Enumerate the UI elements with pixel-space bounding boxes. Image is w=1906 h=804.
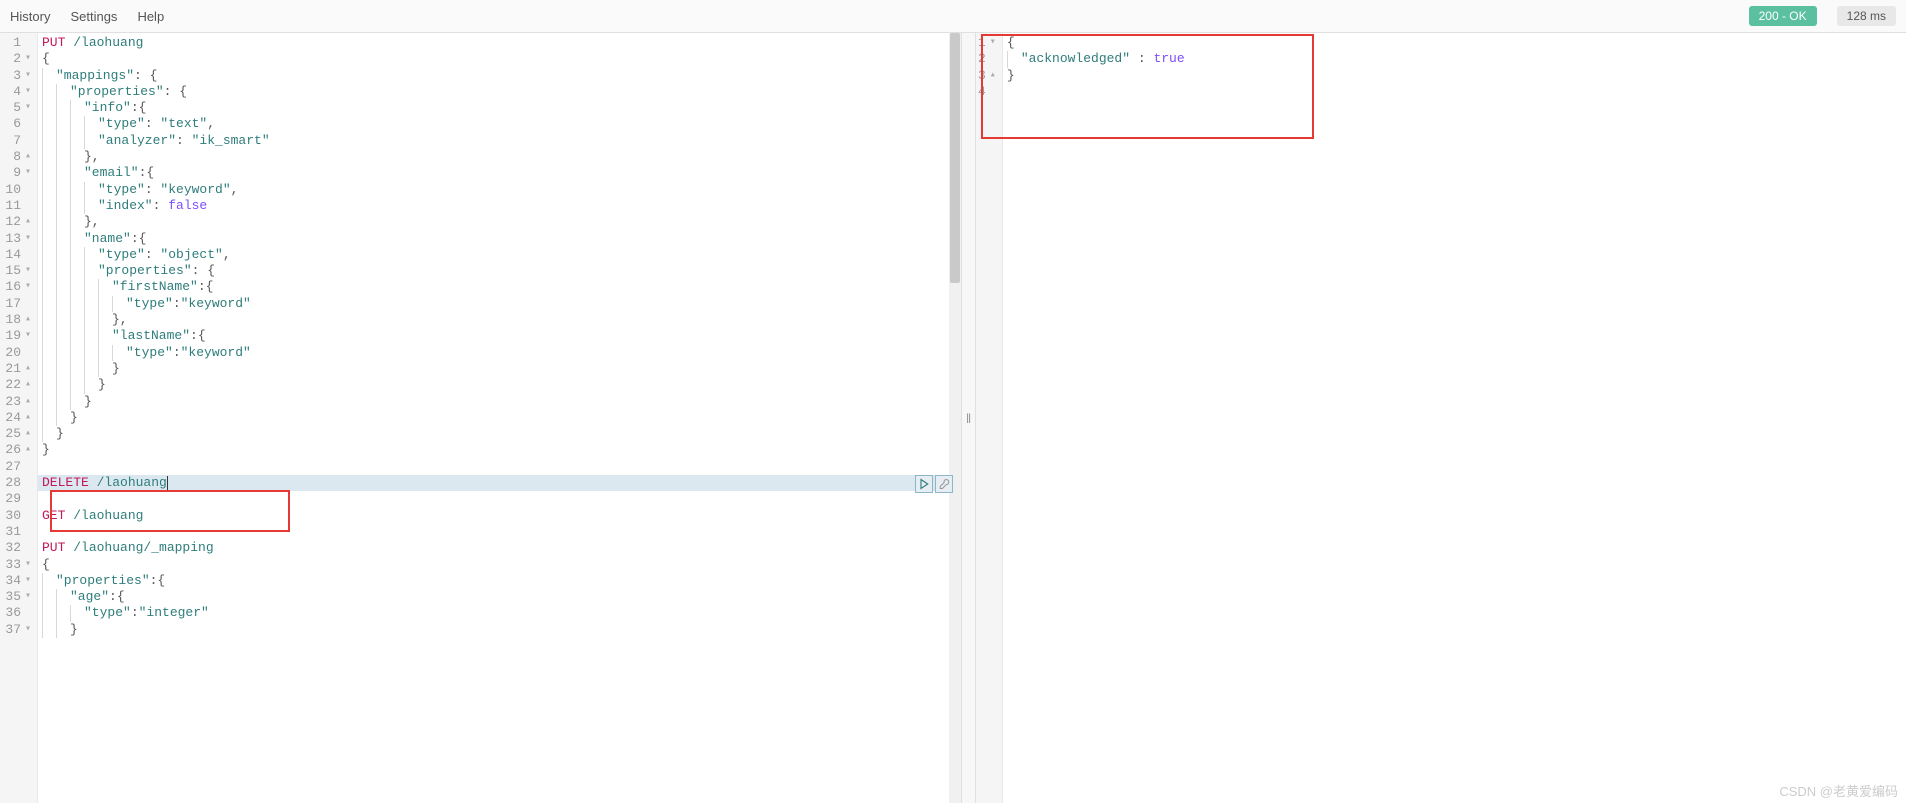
response-editor[interactable]: 1▾23▴4 {"acknowledged" : true} <box>976 33 1906 803</box>
splitter-handle-icon: ‖ <box>966 411 971 426</box>
menu-bar: History Settings Help 200 - OK 128 ms <box>0 0 1906 33</box>
pane-splitter[interactable]: ‖ <box>962 33 976 803</box>
menu-history[interactable]: History <box>10 9 50 24</box>
request-editor[interactable]: 12▾3▾4▾5▾678▴9▾101112▴13▾1415▾16▾1718▴19… <box>0 33 961 803</box>
scrollbar-thumb[interactable] <box>950 33 960 283</box>
wrench-button[interactable] <box>935 475 953 493</box>
left-code[interactable]: PUT /laohuang{"mappings": {"properties":… <box>38 33 961 803</box>
split-container: 12▾3▾4▾5▾678▴9▾101112▴13▾1415▾16▾1718▴19… <box>0 33 1906 803</box>
run-request-button[interactable] <box>915 475 933 493</box>
status-badge: 200 - OK <box>1749 6 1817 26</box>
response-pane: 1▾23▴4 {"acknowledged" : true} <box>976 33 1906 803</box>
menu-help[interactable]: Help <box>137 9 164 24</box>
right-code: {"acknowledged" : true} <box>1003 33 1906 803</box>
scrollbar-vertical[interactable] <box>949 33 961 803</box>
menu-settings[interactable]: Settings <box>70 9 117 24</box>
timing-badge: 128 ms <box>1837 6 1896 26</box>
right-gutter: 1▾23▴4 <box>976 33 1003 803</box>
watermark: CSDN @老黄爱编码 <box>1779 781 1898 800</box>
left-gutter: 12▾3▾4▾5▾678▴9▾101112▴13▾1415▾16▾1718▴19… <box>0 33 38 803</box>
request-pane: 12▾3▾4▾5▾678▴9▾101112▴13▾1415▾16▾1718▴19… <box>0 33 962 803</box>
